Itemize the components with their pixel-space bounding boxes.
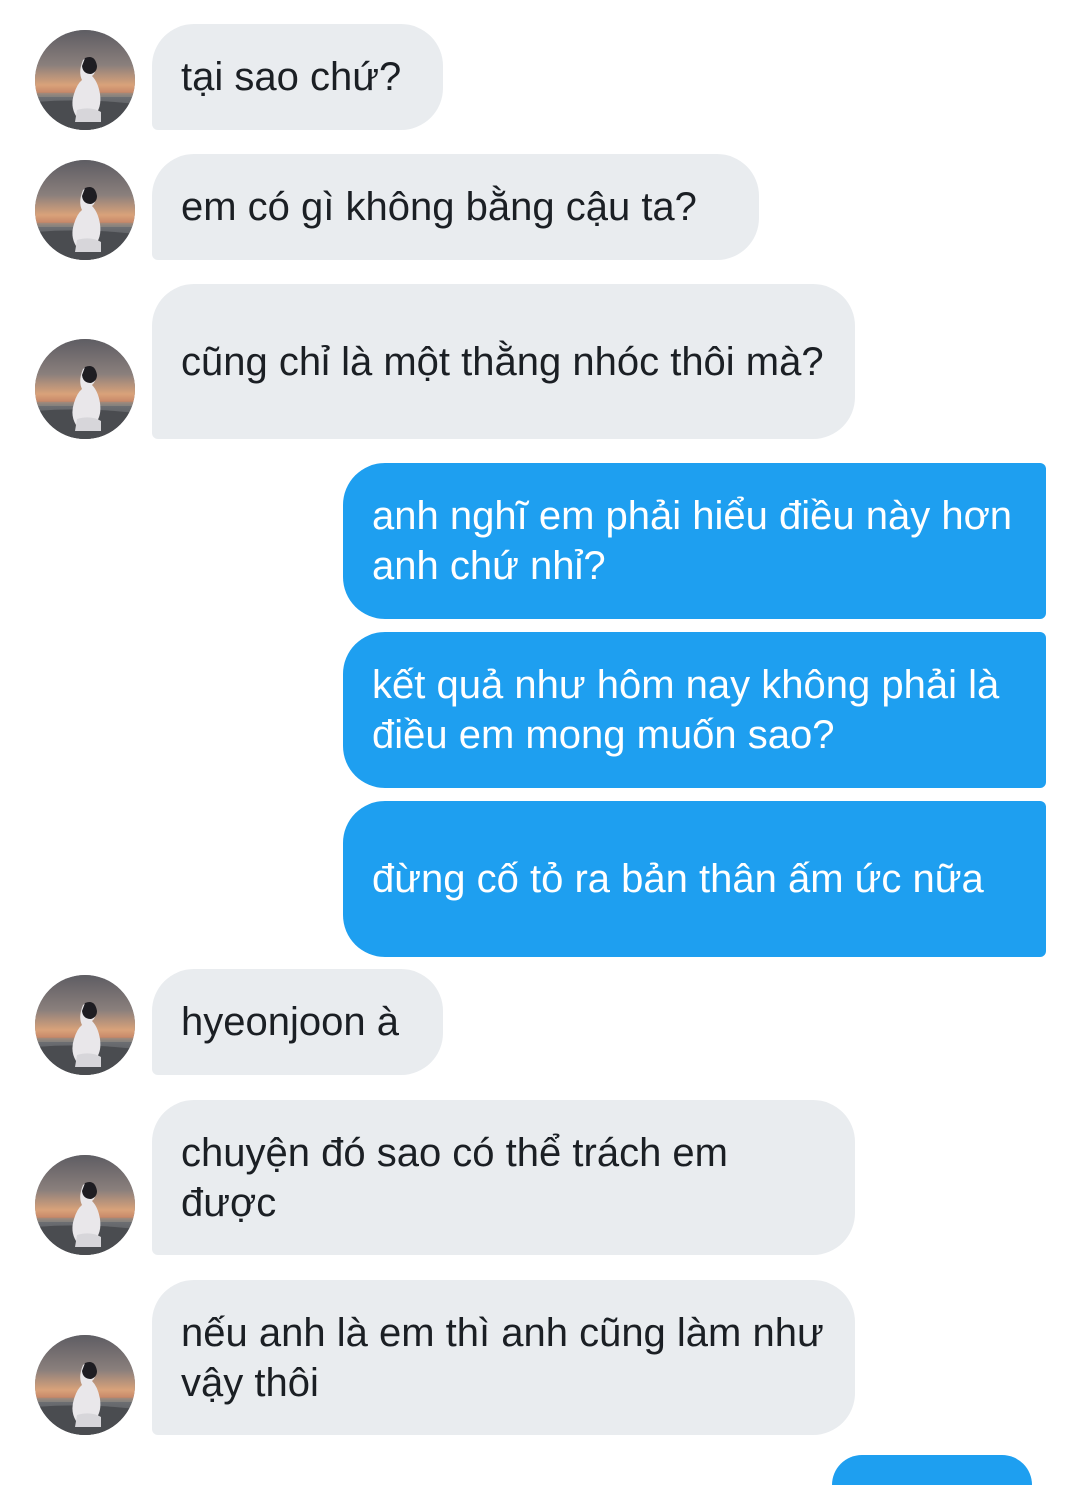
avatar-photo-icon bbox=[35, 1155, 135, 1255]
contact-avatar[interactable] bbox=[35, 160, 135, 260]
incoming-message[interactable]: nếu anh là em thì anh cũng làm như vậy t… bbox=[152, 1280, 855, 1435]
outgoing-message[interactable]: kết quả như hôm nay không phải là điều e… bbox=[343, 632, 1046, 788]
incoming-message[interactable]: hyeonjoon à bbox=[152, 969, 443, 1075]
contact-avatar[interactable] bbox=[35, 1335, 135, 1435]
chat-thread: tại sao chứ? em có gì không bằng cậu ta? bbox=[0, 0, 1080, 1485]
message-text: kết quả như hôm nay không phải là điều e… bbox=[372, 663, 1000, 757]
message-text: em có gì không bằng cậu ta? bbox=[181, 185, 697, 229]
contact-avatar[interactable] bbox=[35, 975, 135, 1075]
avatar-photo-icon bbox=[35, 160, 135, 260]
message-text: hyeonjoon à bbox=[181, 1000, 399, 1044]
avatar-photo-icon bbox=[35, 339, 135, 439]
message-text: chuyện đó sao có thể trách em được bbox=[181, 1130, 728, 1225]
avatar-photo-icon bbox=[35, 975, 135, 1075]
message-text: anh nghĩ em phải hiểu điều này hơn anh c… bbox=[372, 494, 1013, 588]
incoming-message[interactable]: em có gì không bằng cậu ta? bbox=[152, 154, 759, 260]
incoming-message[interactable]: chuyện đó sao có thể trách em được bbox=[152, 1100, 855, 1255]
contact-avatar[interactable] bbox=[35, 339, 135, 439]
avatar-photo-icon bbox=[35, 1335, 135, 1435]
message-text: nếu anh là em thì anh cũng làm như vậy t… bbox=[181, 1310, 824, 1405]
message-text: cũng chỉ là một thằng nhóc thôi mà? bbox=[181, 339, 824, 384]
contact-avatar[interactable] bbox=[35, 30, 135, 130]
avatar-photo-icon bbox=[35, 30, 135, 130]
outgoing-message[interactable]: anh nghĩ em phải hiểu điều này hơn anh c… bbox=[343, 463, 1046, 619]
outgoing-message-partial[interactable] bbox=[832, 1455, 1032, 1485]
outgoing-message[interactable]: đừng cố tỏ ra bản thân ấm ức nữa bbox=[343, 801, 1046, 957]
message-text: tại sao chứ? bbox=[181, 55, 402, 99]
incoming-message[interactable]: tại sao chứ? bbox=[152, 24, 443, 130]
message-text: đừng cố tỏ ra bản thân ấm ức nữa bbox=[372, 857, 984, 901]
contact-avatar[interactable] bbox=[35, 1155, 135, 1255]
incoming-message[interactable]: cũng chỉ là một thằng nhóc thôi mà? bbox=[152, 284, 855, 439]
